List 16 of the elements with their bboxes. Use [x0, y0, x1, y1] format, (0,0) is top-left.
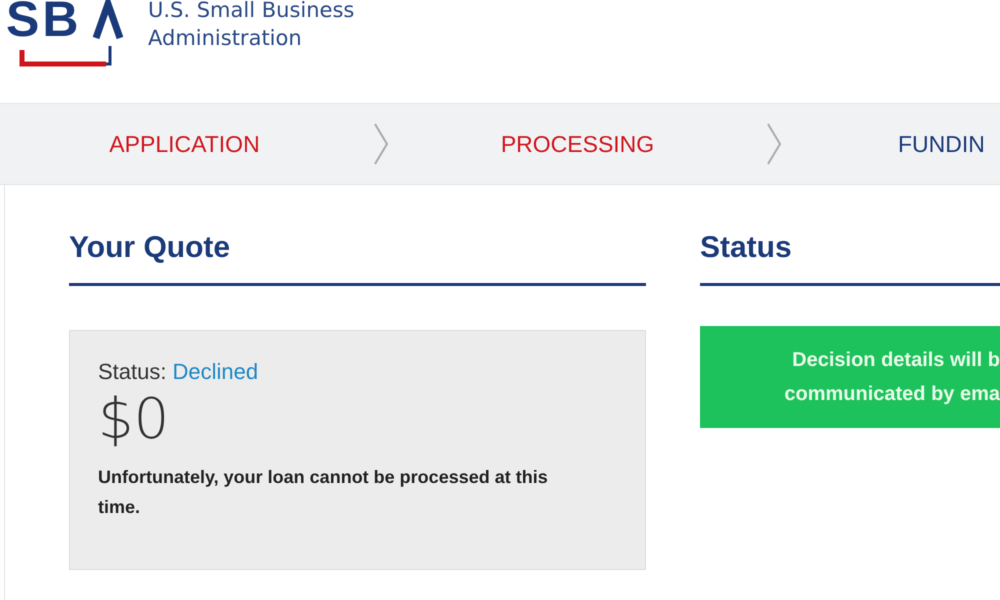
step-label[interactable]: FUNDIN — [786, 130, 985, 158]
logo-text: SB — [6, 0, 82, 44]
notice-text: Decision details will b — [792, 348, 1000, 373]
chevron-icon — [766, 122, 782, 166]
chevron-icon — [373, 122, 389, 166]
quote-amount: $0 — [98, 387, 170, 452]
section-heading: Status — [700, 231, 1000, 286]
status-value: Declined — [172, 359, 258, 384]
agency-name: Administration — [148, 25, 303, 52]
step-label[interactable]: PROCESSING — [393, 130, 762, 158]
section-heading: Your Quote — [69, 231, 646, 286]
decline-message: Unfortunately, your loan cannot be processed at this time. — [98, 466, 549, 519]
status-label: Status: — [98, 359, 166, 384]
notice-text: communicated by ema — [784, 382, 1000, 407]
step-label[interactable]: APPLICATION — [0, 130, 369, 158]
agency-name: U.S. Small Business — [148, 0, 354, 24]
